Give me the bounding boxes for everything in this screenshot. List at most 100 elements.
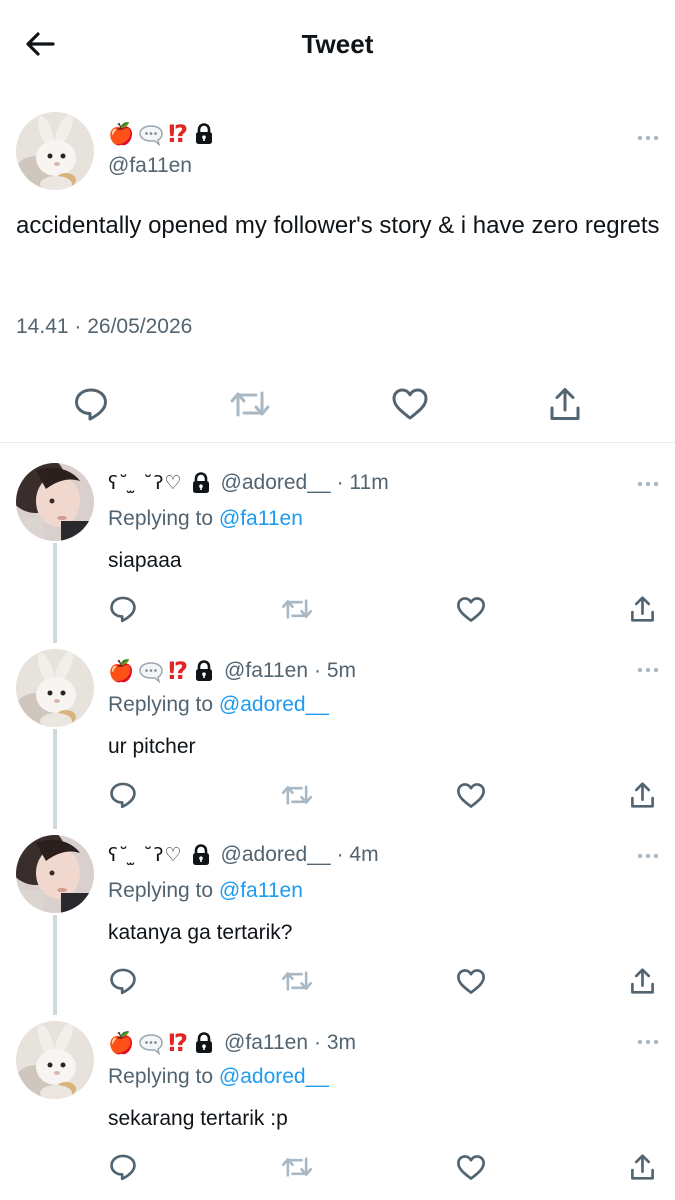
- like-button[interactable]: [456, 596, 486, 623]
- thread-line: [53, 915, 57, 1015]
- retweet-button[interactable]: [281, 1154, 313, 1180]
- display-name: ʕ˘ ̫ ˘ʔ♡: [108, 844, 183, 866]
- share-button[interactable]: [629, 595, 656, 623]
- tweet-actions: [108, 779, 656, 811]
- share-icon: [631, 596, 654, 622]
- more-dots-icon[interactable]: [637, 667, 659, 673]
- lock-icon: [196, 1032, 213, 1053]
- share-button[interactable]: [629, 781, 656, 809]
- reply-time: · 3m: [314, 1031, 357, 1054]
- heart-icon: [457, 782, 485, 808]
- reply-button[interactable]: [72, 385, 110, 423]
- retweet-button[interactable]: [281, 596, 313, 622]
- exclamation-question-emoji-icon: ⁉: [168, 1029, 188, 1057]
- speech-bubble-icon: [138, 661, 164, 683]
- heart-icon: [457, 1154, 485, 1180]
- apple-emoji-icon: 🍎: [108, 658, 135, 683]
- reply-time: · 4m: [336, 843, 379, 866]
- like-button[interactable]: [456, 968, 486, 995]
- share-icon: [631, 968, 654, 994]
- retweet-icon: [281, 599, 313, 619]
- author-name-row[interactable]: 🍎 ⁉: [108, 120, 214, 148]
- share-button[interactable]: [629, 967, 656, 995]
- exclamation-question-emoji-icon: ⁉: [168, 657, 188, 685]
- tweet-text: accidentally opened my follower's story …: [16, 212, 660, 239]
- reply-bubble-icon: [110, 782, 136, 809]
- retweet-button[interactable]: [229, 387, 271, 421]
- like-button[interactable]: [456, 782, 486, 809]
- more-dots-icon[interactable]: [637, 1039, 659, 1045]
- author-name-row[interactable]: 🍎 ⁉ @fa11en · 3m: [108, 1029, 356, 1057]
- reply-text: sekarang tertarik :p: [108, 1107, 288, 1130]
- author-handle[interactable]: @fa11en: [108, 154, 192, 178]
- reply-button[interactable]: [108, 594, 138, 624]
- heart-icon: [457, 968, 485, 994]
- author-handle: @adored__: [220, 843, 331, 866]
- avatar[interactable]: [16, 649, 94, 727]
- tweet-timestamp[interactable]: 14.41 · 26/05/2026: [16, 315, 192, 339]
- more-dots-icon[interactable]: [637, 481, 659, 487]
- reply-button[interactable]: [108, 780, 138, 810]
- like-button[interactable]: [456, 1154, 486, 1181]
- replying-label: Replying to: [108, 507, 214, 530]
- speech-bubble-icon: [138, 124, 164, 146]
- share-icon: [631, 1154, 654, 1180]
- reply-tweet: ʕ˘ ̫ ˘ʔ♡ @adored__ · 11m Replying to @fa…: [0, 443, 675, 643]
- replying-to-line: Replying to @adored__: [108, 693, 329, 717]
- lock-icon: [196, 123, 213, 144]
- display-name: 🍎 ⁉: [108, 657, 188, 685]
- mention-link[interactable]: @adored__: [219, 693, 329, 716]
- reply-bubble-icon: [110, 1154, 136, 1181]
- more-dots-icon[interactable]: [637, 853, 659, 859]
- reply-button[interactable]: [108, 966, 138, 996]
- thread-line: [53, 543, 57, 643]
- replying-label: Replying to: [108, 1065, 214, 1088]
- reply-tweet: 🍎 ⁉ @fa11en · 3m Replying to @adored__ s…: [0, 1001, 675, 1200]
- author-handle: @adored__: [220, 471, 331, 494]
- reply-time: · 5m: [314, 659, 357, 682]
- reply-button[interactable]: [108, 1152, 138, 1182]
- retweet-button[interactable]: [281, 782, 313, 808]
- thread-line: [53, 729, 57, 829]
- retweet-icon: [281, 971, 313, 991]
- author-name-row[interactable]: ʕ˘ ̫ ˘ʔ♡ @adored__ · 11m: [108, 471, 389, 495]
- reply-text: ur pitcher: [108, 735, 196, 758]
- replying-to-line: Replying to @fa11en: [108, 879, 303, 903]
- heart-icon: [457, 596, 485, 622]
- avatar[interactable]: [16, 1021, 94, 1099]
- top-bar: Tweet: [0, 0, 675, 88]
- display-name: ʕ˘ ̫ ˘ʔ♡: [108, 472, 183, 494]
- reply-bubble-icon: [110, 968, 136, 995]
- lock-icon: [196, 660, 213, 681]
- share-icon: [550, 388, 580, 420]
- display-name: 🍎 ⁉: [108, 1029, 188, 1057]
- author-handle: @fa11en: [224, 1031, 309, 1054]
- apple-emoji-icon: 🍎: [108, 1030, 135, 1055]
- mention-link[interactable]: @fa11en: [219, 879, 303, 902]
- avatar[interactable]: [16, 463, 94, 541]
- replying-label: Replying to: [108, 693, 214, 716]
- share-button[interactable]: [548, 386, 582, 422]
- lock-icon: [192, 844, 209, 865]
- author-name-row[interactable]: ʕ˘ ̫ ˘ʔ♡ @adored__ · 4m: [108, 843, 379, 867]
- avatar[interactable]: [16, 112, 94, 190]
- apple-emoji-icon: 🍎: [108, 121, 135, 146]
- like-button[interactable]: [391, 387, 429, 421]
- tweet-actions: [108, 1151, 656, 1183]
- mention-link[interactable]: @fa11en: [219, 507, 303, 530]
- mention-link[interactable]: @adored__: [219, 1065, 329, 1088]
- lock-icon: [192, 472, 209, 493]
- share-button[interactable]: [629, 1153, 656, 1181]
- more-dots-icon[interactable]: [637, 135, 659, 141]
- avatar[interactable]: [16, 835, 94, 913]
- reply-time: · 11m: [336, 471, 389, 494]
- share-icon: [631, 782, 654, 808]
- reply-bubble-icon: [110, 596, 136, 623]
- replying-to-line: Replying to @adored__: [108, 1065, 329, 1089]
- retweet-button[interactable]: [281, 968, 313, 994]
- heart-icon: [392, 388, 428, 420]
- author-name-row[interactable]: 🍎 ⁉ @fa11en · 5m: [108, 657, 356, 685]
- reply-text: katanya ga tertarik?: [108, 921, 293, 944]
- author-handle: @fa11en: [224, 659, 309, 682]
- tweet-actions: [72, 384, 582, 424]
